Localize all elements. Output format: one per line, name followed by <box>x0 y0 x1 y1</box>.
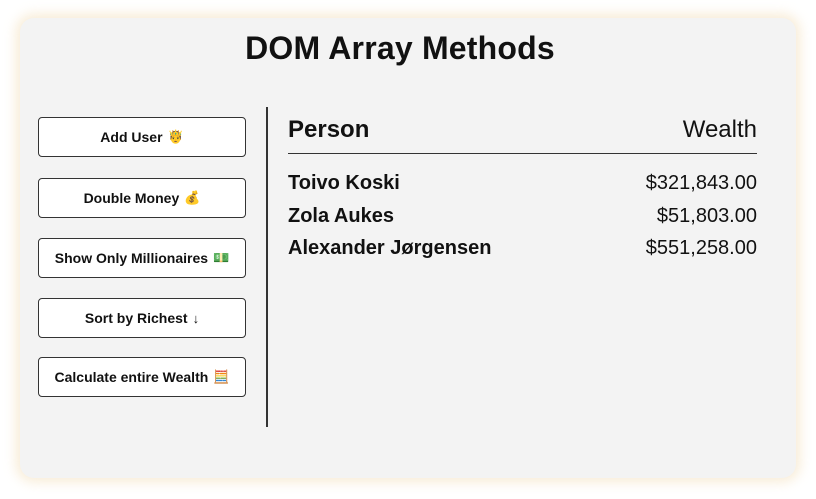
add-user-button[interactable]: Add User 🤴 <box>38 117 246 157</box>
calculate-wealth-label: Calculate entire Wealth <box>54 369 209 385</box>
page-title: DOM Array Methods <box>245 30 555 66</box>
person-name: Alexander Jørgensen <box>288 237 492 259</box>
vertical-divider <box>266 107 268 427</box>
list-item: Alexander Jørgensen $551,258.00 <box>288 237 757 270</box>
down-arrow-icon: ↓ <box>192 310 200 326</box>
show-millionaires-button[interactable]: Show Only Millionaires 💵 <box>38 238 246 278</box>
list-item: Toivo Koski $321,843.00 <box>288 172 757 205</box>
calculate-wealth-button[interactable]: Calculate entire Wealth 🧮 <box>38 357 246 397</box>
sort-richest-button[interactable]: Sort by Richest ↓ <box>38 298 246 338</box>
person-wealth: $321,843.00 <box>645 172 757 194</box>
rows-container: Toivo Koski $321,843.00 Zola Aukes $51,8… <box>288 172 757 270</box>
money-bag-icon: 💰 <box>184 190 201 205</box>
dollar-banknote-icon: 💵 <box>213 250 230 265</box>
wealth-column-header: Wealth <box>682 116 757 143</box>
person-column-header: Person <box>288 116 370 143</box>
list-item: Zola Aukes $51,803.00 <box>288 205 757 238</box>
abacus-icon: 🧮 <box>213 369 230 384</box>
person-wealth: $551,258.00 <box>645 237 757 259</box>
list-header: Person Wealth <box>288 116 757 154</box>
app-card: DOM Array Methods Add User 🤴 Double Mone… <box>20 18 796 478</box>
double-money-button[interactable]: Double Money 💰 <box>38 178 246 218</box>
person-name: Zola Aukes <box>288 204 394 227</box>
add-user-label: Add User <box>100 129 163 145</box>
show-millionaires-label: Show Only Millionaires <box>54 250 209 266</box>
double-money-label: Double Money <box>83 190 180 206</box>
sort-richest-label: Sort by Richest <box>84 310 188 326</box>
wealth-list: Person Wealth Toivo Koski $321,843.00 Zo… <box>288 116 757 270</box>
person-wealth: $51,803.00 <box>656 204 757 227</box>
person-name: Toivo Koski <box>288 172 400 194</box>
prince-icon: 🤴 <box>167 129 184 144</box>
